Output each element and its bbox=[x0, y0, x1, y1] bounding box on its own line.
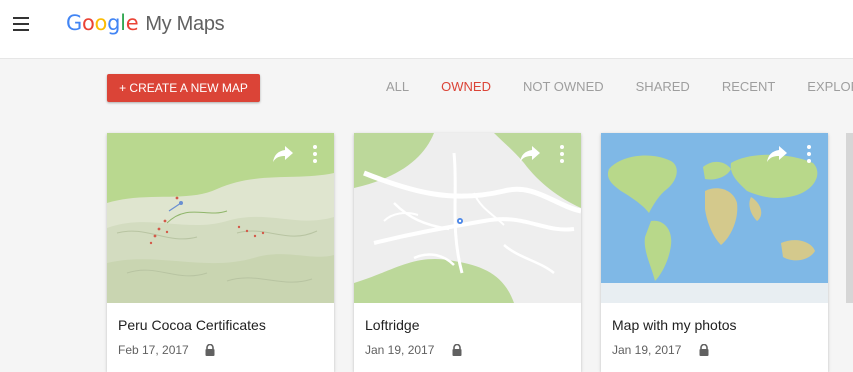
create-new-map-button[interactable]: + CREATE A NEW MAP bbox=[107, 74, 260, 102]
map-date: Jan 19, 2017 bbox=[612, 343, 682, 357]
map-title[interactable]: Loftridge bbox=[365, 317, 419, 333]
map-card[interactable]: Peru Cocoa Certificates Feb 17, 2017 bbox=[107, 133, 334, 372]
map-date: Jan 19, 2017 bbox=[365, 343, 435, 357]
share-icon[interactable] bbox=[272, 145, 294, 163]
google-letter: e bbox=[125, 11, 139, 35]
map-title[interactable]: Map with my photos bbox=[612, 317, 737, 333]
map-thumbnail bbox=[107, 133, 334, 303]
map-card-grid: Peru Cocoa Certificates Feb 17, 2017 Lof… bbox=[0, 112, 853, 372]
tab-recent[interactable]: RECENT bbox=[706, 59, 791, 113]
product-name: My Maps bbox=[145, 13, 225, 35]
lock-icon bbox=[699, 343, 709, 356]
lock-icon bbox=[452, 343, 462, 356]
google-letter: o bbox=[81, 11, 95, 35]
tab-shared[interactable]: SHARED bbox=[620, 59, 706, 113]
lock-icon bbox=[205, 343, 215, 356]
google-my-maps-logo[interactable]: G o o g l e My Maps bbox=[66, 11, 225, 39]
tab-owned[interactable]: OWNED bbox=[425, 59, 507, 114]
more-vert-icon[interactable] bbox=[806, 144, 812, 164]
app-header: G o o g l e My Maps bbox=[0, 0, 853, 58]
filter-tabs: ALL OWNED NOT OWNED SHARED RECENT EXPLOR… bbox=[370, 59, 853, 114]
share-icon[interactable] bbox=[519, 145, 541, 163]
map-card[interactable]: Loftridge Jan 19, 2017 bbox=[354, 133, 581, 372]
tab-not-owned[interactable]: NOT OWNED bbox=[507, 59, 620, 113]
map-card[interactable]: Map with my photos Jan 19, 2017 bbox=[601, 133, 828, 372]
map-title[interactable]: Peru Cocoa Certificates bbox=[118, 317, 266, 333]
map-thumbnail bbox=[354, 133, 581, 303]
map-thumbnail bbox=[601, 133, 828, 303]
google-letter: G bbox=[66, 11, 82, 35]
tab-all[interactable]: ALL bbox=[370, 59, 425, 113]
hamburger-menu-icon[interactable] bbox=[13, 17, 29, 31]
map-date: Feb 17, 2017 bbox=[118, 343, 189, 357]
tab-explore[interactable]: EXPLORE bbox=[791, 59, 853, 113]
google-letter: g bbox=[107, 11, 121, 35]
share-icon[interactable] bbox=[766, 145, 788, 163]
next-map-card-edge[interactable] bbox=[846, 133, 853, 303]
map-toolbar: + CREATE A NEW MAP ALL OWNED NOT OWNED S… bbox=[0, 58, 853, 114]
google-letter: o bbox=[94, 11, 108, 35]
more-vert-icon[interactable] bbox=[312, 144, 318, 164]
more-vert-icon[interactable] bbox=[559, 144, 565, 164]
